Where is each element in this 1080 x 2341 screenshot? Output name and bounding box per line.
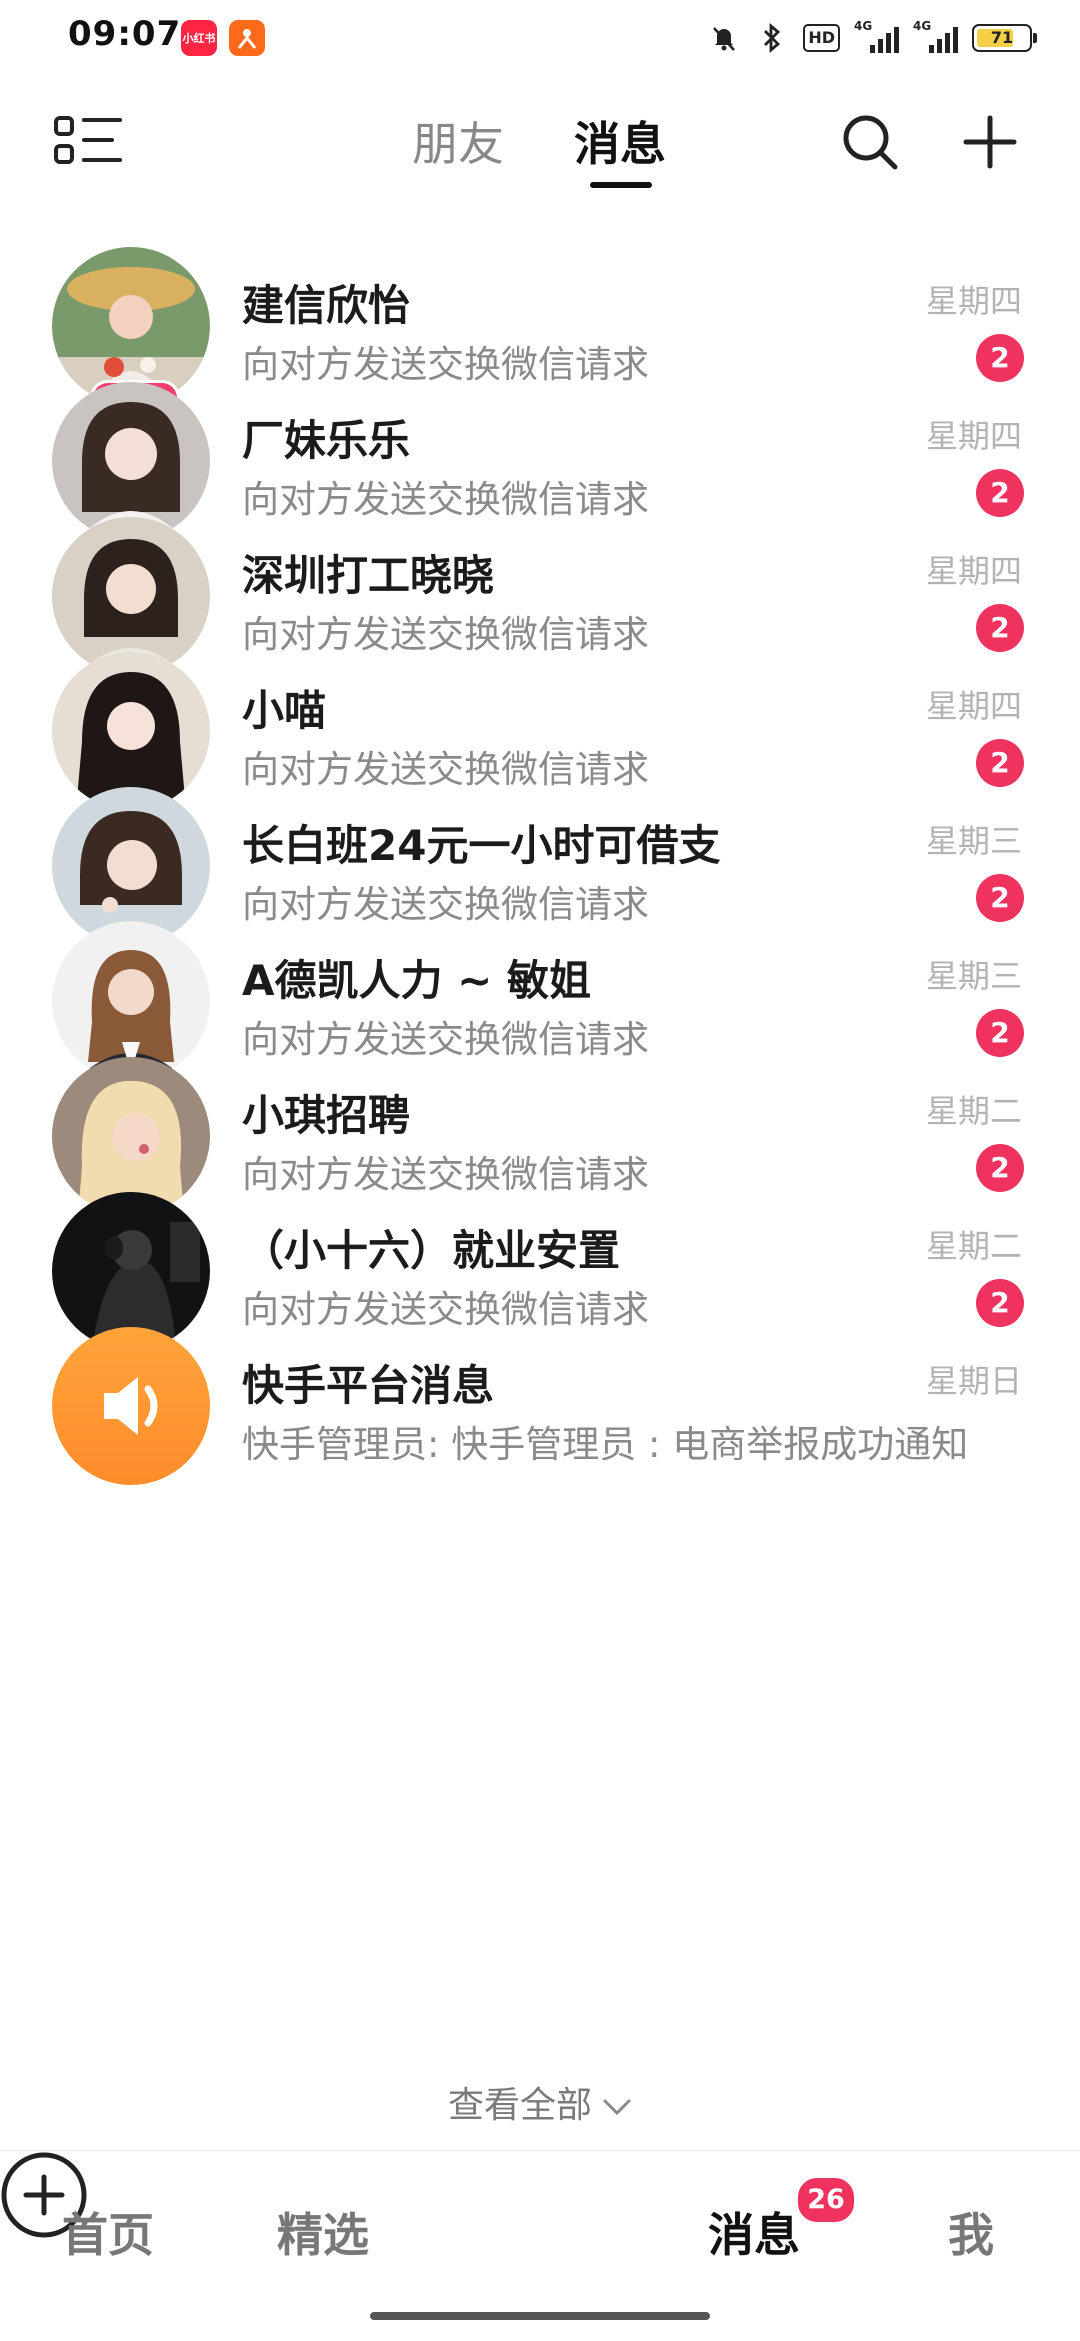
nav-messages[interactable]: 消息 [708,2199,800,2265]
messages-count-badge: 26 [795,2175,857,2225]
contact-name: A德凯人力 ~ 敏姐 [242,956,591,1005]
top-header: 朋友 消息 [0,90,1080,190]
search-icon[interactable] [840,112,900,172]
chevron-down-icon [603,2099,631,2116]
view-all-button[interactable]: 查看全部 [0,2076,1080,2128]
taobao-app-icon [229,20,265,56]
view-all-label: 查看全部 [447,2085,592,2126]
mute-bell-icon [707,21,741,55]
contact-name: （小十六）就业安置 [242,1226,621,1275]
contact-name: 快手平台消息 [242,1361,495,1410]
status-bar: 09:07 小红书 HD 4G 4G 71 [0,0,1080,80]
message-time: 星期三 [925,957,1022,995]
avatar[interactable] [52,1327,210,1485]
bluetooth-icon [755,21,789,55]
message-time: 星期四 [925,417,1022,455]
contact-name: 小喵 [242,686,327,735]
add-icon[interactable] [962,114,1018,170]
message-time: 星期日 [925,1362,1022,1400]
tab-messages[interactable]: 消息 [574,108,666,174]
message-time: 星期四 [925,282,1022,320]
contact-name: 深圳打工晓晓 [242,551,495,600]
battery-icon: 71 [972,24,1037,52]
message-time: 星期四 [925,687,1022,725]
signal-icon-2: 4G [913,19,958,53]
menu-list-icon[interactable] [52,112,124,168]
contact-name: 长白班24元一小时可借支 [242,821,721,870]
status-time: 09:07 [68,14,182,54]
message-time: 星期四 [925,552,1022,590]
message-time: 星期二 [925,1092,1022,1130]
message-preview: 快手管理员: 快手管理员 : 电商举报成功通知 [242,1423,969,1466]
nav-home[interactable]: 首页 [62,2199,154,2265]
nav-featured[interactable]: 精选 [277,2199,369,2265]
xiaohongshu-app-icon: 小红书 [181,20,217,56]
home-indicator [370,2312,710,2320]
contact-name: 厂妹乐乐 [242,416,411,465]
conversation-row[interactable]: 快手平台消息 快手管理员: 快手管理员 : 电商举报成功通知 星期日 [0,1304,1080,1504]
tab-friends[interactable]: 朋友 [412,108,504,174]
signal-icon: 4G [854,19,899,53]
message-time: 星期三 [925,822,1022,860]
message-time: 星期二 [925,1227,1022,1265]
hd-voice-icon: HD [803,24,840,52]
contact-name: 小琪招聘 [242,1091,411,1140]
active-tab-indicator [590,182,652,188]
nav-me[interactable]: 我 [948,2199,994,2265]
contact-name: 建信欣怡 [242,281,411,330]
